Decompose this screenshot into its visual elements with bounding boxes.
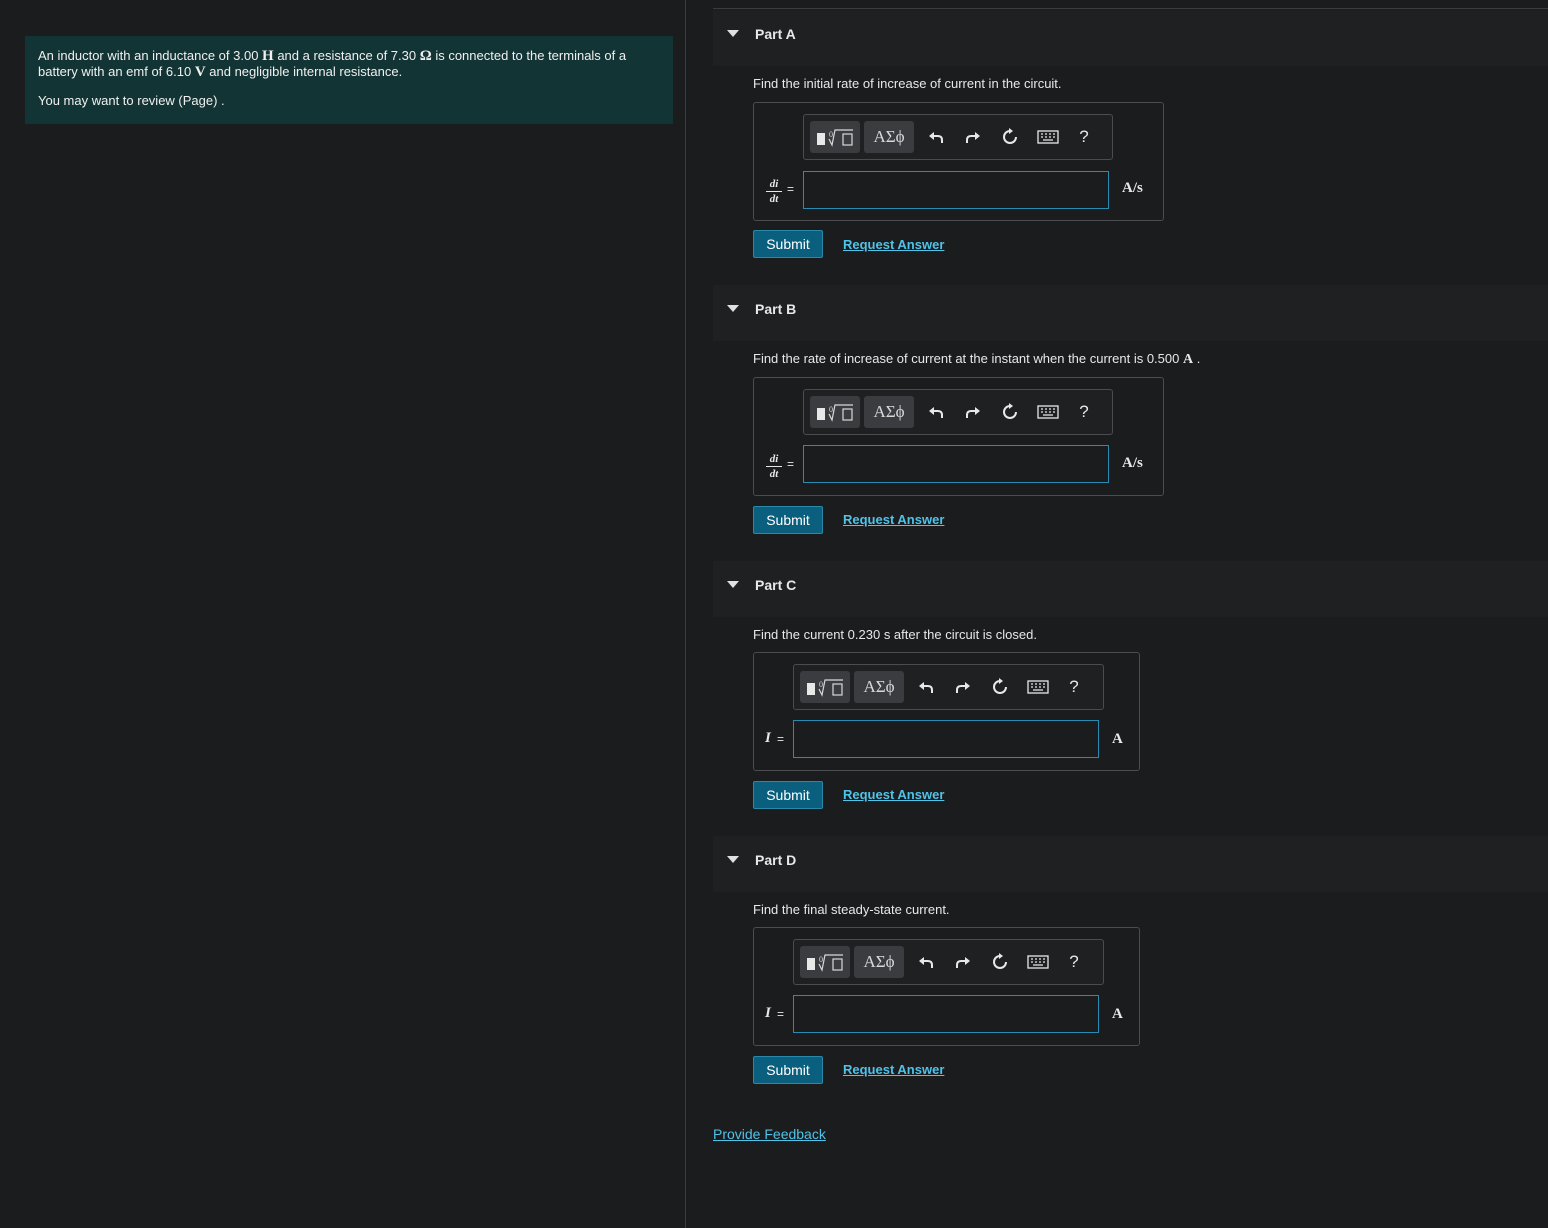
parts-column: Part A Find the initial rate of increase…: [687, 0, 1548, 1228]
part-d-question: Find the final steady-state current.: [753, 902, 950, 917]
part-c-submit-button[interactable]: Submit: [753, 781, 823, 809]
collapse-caret-icon[interactable]: [727, 30, 739, 37]
templates-icon: 0: [817, 404, 853, 422]
unit-label: A/s: [1122, 455, 1143, 471]
part-d-request-answer-link[interactable]: Request Answer: [843, 1062, 944, 1077]
help-icon[interactable]: ?: [1070, 123, 1098, 151]
templates-button[interactable]: 0: [800, 671, 850, 703]
redo-icon[interactable]: [959, 123, 987, 151]
reset-icon[interactable]: [996, 398, 1024, 426]
part-b-question: Find the rate of increase of current at …: [753, 351, 1201, 367]
part-b-answer-input[interactable]: [803, 445, 1109, 483]
part-a-question: Find the initial rate of increase of cur…: [753, 76, 1062, 91]
svg-text:0: 0: [829, 405, 833, 414]
reset-icon[interactable]: [986, 673, 1014, 701]
undo-icon[interactable]: [912, 673, 940, 701]
templates-button[interactable]: 0: [810, 121, 860, 153]
current-variable: I: [765, 730, 771, 746]
part-title: Part D: [755, 852, 797, 868]
templates-icon: 0: [817, 129, 853, 147]
help-icon[interactable]: ?: [1060, 673, 1088, 701]
di-dt-fraction: di dt: [766, 453, 782, 480]
unit-label: A: [1112, 1006, 1123, 1022]
part-d-answer-input[interactable]: [793, 995, 1099, 1033]
templates-icon: 0: [807, 679, 843, 697]
provide-feedback-link[interactable]: Provide Feedback: [713, 1126, 826, 1142]
part-c-answer-input[interactable]: [793, 720, 1099, 758]
part-c-header[interactable]: Part C: [713, 561, 1548, 617]
undo-icon[interactable]: [922, 398, 950, 426]
keyboard-icon[interactable]: [1034, 123, 1062, 151]
part-c-question: Find the current 0.230 s after the circu…: [753, 627, 1037, 642]
part-a-answer-box: 0 ΑΣϕ ? di dt = A/s: [753, 102, 1164, 221]
part-b-answer-box: 0 ΑΣϕ ? di dt = A/s: [753, 377, 1164, 496]
redo-icon[interactable]: [949, 673, 977, 701]
part-title: Part A: [755, 26, 796, 42]
undo-icon[interactable]: [922, 123, 950, 151]
redo-icon[interactable]: [959, 398, 987, 426]
collapse-caret-icon[interactable]: [727, 581, 739, 588]
math-toolbar: 0 ΑΣϕ ?: [793, 939, 1104, 985]
undo-icon[interactable]: [912, 948, 940, 976]
math-toolbar: 0 ΑΣϕ ?: [793, 664, 1104, 710]
part-b-submit-button[interactable]: Submit: [753, 506, 823, 534]
equals-sign: =: [777, 1007, 785, 1021]
review-link-text[interactable]: You may want to review (Page) .: [38, 93, 660, 109]
redo-icon[interactable]: [949, 948, 977, 976]
math-toolbar: 0 ΑΣϕ ?: [803, 389, 1113, 435]
part-title: Part C: [755, 577, 797, 593]
part-a-submit-button[interactable]: Submit: [753, 230, 823, 258]
part-d-submit-button[interactable]: Submit: [753, 1056, 823, 1084]
reset-icon[interactable]: [996, 123, 1024, 151]
di-dt-fraction: di dt: [766, 178, 782, 205]
templates-icon: 0: [807, 954, 843, 972]
problem-statement: An inductor with an inductance of 3.00 H…: [25, 36, 673, 124]
help-icon[interactable]: ?: [1060, 948, 1088, 976]
part-title: Part B: [755, 301, 797, 317]
part-c-request-answer-link[interactable]: Request Answer: [843, 787, 944, 802]
greek-symbols-button[interactable]: ΑΣϕ: [864, 396, 914, 428]
unit-label: A/s: [1122, 180, 1143, 196]
svg-text:0: 0: [829, 130, 833, 139]
reset-icon[interactable]: [986, 948, 1014, 976]
equals-sign: =: [777, 732, 785, 746]
part-c-answer-box: 0 ΑΣϕ ? I = A: [753, 652, 1140, 771]
collapse-caret-icon[interactable]: [727, 856, 739, 863]
part-d-answer-box: 0 ΑΣϕ ? I = A: [753, 927, 1140, 1046]
part-a-header[interactable]: Part A: [713, 10, 1548, 66]
keyboard-icon[interactable]: [1024, 948, 1052, 976]
problem-column: An inductor with an inductance of 3.00 H…: [0, 0, 686, 1228]
math-toolbar: 0 ΑΣϕ ?: [803, 114, 1113, 160]
collapse-caret-icon[interactable]: [727, 305, 739, 312]
svg-text:0: 0: [819, 680, 823, 689]
help-icon[interactable]: ?: [1070, 398, 1098, 426]
greek-symbols-button[interactable]: ΑΣϕ: [854, 946, 904, 978]
part-b-header[interactable]: Part B: [713, 285, 1548, 341]
part-d-header[interactable]: Part D: [713, 836, 1548, 892]
templates-button[interactable]: 0: [800, 946, 850, 978]
divider: [713, 8, 1548, 9]
part-b-request-answer-link[interactable]: Request Answer: [843, 512, 944, 527]
current-variable: I: [765, 1005, 771, 1021]
equals-sign: =: [787, 182, 795, 196]
greek-symbols-button[interactable]: ΑΣϕ: [864, 121, 914, 153]
keyboard-icon[interactable]: [1034, 398, 1062, 426]
equals-sign: =: [787, 457, 795, 471]
svg-text:0: 0: [819, 955, 823, 964]
problem-text: An inductor with an inductance of 3.00 H…: [38, 48, 627, 80]
greek-symbols-button[interactable]: ΑΣϕ: [854, 671, 904, 703]
templates-button[interactable]: 0: [810, 396, 860, 428]
part-a-request-answer-link[interactable]: Request Answer: [843, 237, 944, 252]
part-a-answer-input[interactable]: [803, 171, 1109, 209]
unit-label: A: [1112, 731, 1123, 747]
keyboard-icon[interactable]: [1024, 673, 1052, 701]
